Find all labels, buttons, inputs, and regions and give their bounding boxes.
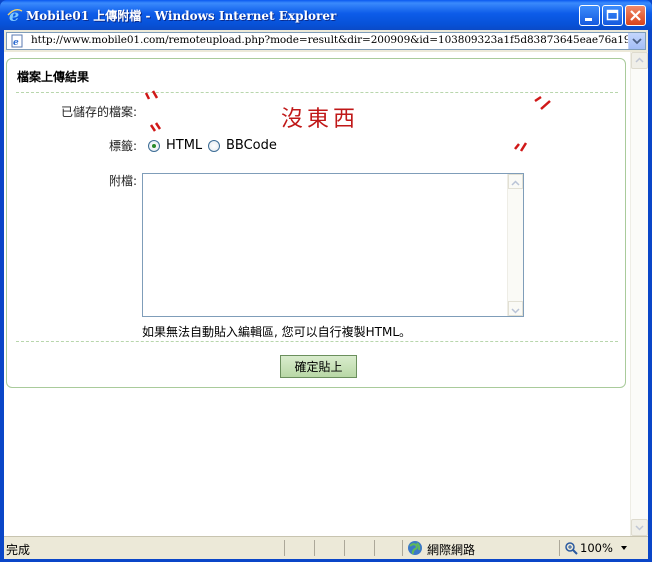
address-url[interactable]: http://www.mobile01.com/remoteupload.php… [31, 34, 644, 46]
attachment-textarea[interactable] [142, 173, 524, 317]
radio-html[interactable] [148, 140, 160, 152]
page-content: 檔案上傳結果 已儲存的檔案: 沒東西 標籤: HTML BBCode 附檔: 如… [4, 52, 648, 536]
saved-file-label: 已儲存的檔案: [60, 105, 137, 119]
globe-icon [408, 541, 422, 555]
divider [16, 341, 618, 342]
textarea-scrollbar[interactable] [507, 174, 523, 316]
panel-title: 檔案上傳結果 [17, 70, 90, 84]
attachment-label: 附檔: [108, 174, 137, 188]
page-icon: e [11, 34, 23, 48]
red-mark [514, 142, 528, 152]
browser-window: e Mobile01 上傳附檔 - Windows Internet Explo… [0, 0, 652, 562]
status-bar: 完成 網際網路 100% [4, 536, 648, 559]
minimize-button[interactable] [579, 5, 600, 26]
ie-icon: e [7, 6, 23, 24]
status-separator [402, 540, 403, 556]
zoom-dropdown-icon[interactable] [621, 546, 627, 550]
zoom-icon [565, 542, 578, 555]
chevron-down-icon [635, 525, 644, 531]
page-scroll-up-button[interactable] [631, 52, 648, 69]
scroll-up-button[interactable] [508, 174, 523, 189]
window-title: Mobile01 上傳附檔 - Windows Internet Explore… [26, 9, 337, 23]
maximize-button[interactable] [602, 5, 623, 26]
tag-label: 標籤: [108, 139, 137, 153]
status-separator [374, 540, 375, 556]
status-separator [284, 540, 285, 556]
radio-bbcode-label[interactable]: BBCode [226, 138, 277, 153]
scroll-down-button[interactable] [508, 301, 523, 316]
radio-html-label[interactable]: HTML [166, 138, 202, 153]
address-bar: e http://www.mobile01.com/remoteupload.p… [4, 30, 648, 52]
upload-result-panel: 檔案上傳結果 已儲存的檔案: 沒東西 標籤: HTML BBCode 附檔: 如… [6, 58, 626, 388]
divider [16, 92, 618, 93]
page-scrollbar[interactable] [630, 52, 648, 536]
confirm-paste-button[interactable]: 確定貼上 [280, 355, 357, 378]
status-separator [314, 540, 315, 556]
address-field[interactable]: e http://www.mobile01.com/remoteupload.p… [6, 32, 646, 50]
page-scroll-down-button[interactable] [631, 519, 648, 536]
title-bar[interactable]: e Mobile01 上傳附檔 - Windows Internet Explo… [0, 0, 652, 30]
radio-bbcode[interactable] [208, 140, 220, 152]
status-separator [344, 540, 345, 556]
close-icon [630, 10, 641, 21]
svg-text:e: e [13, 38, 19, 48]
chevron-up-icon [635, 57, 644, 63]
annotation-text: 沒東西 [281, 107, 360, 132]
maximize-icon [606, 9, 619, 21]
svg-text:e: e [9, 6, 19, 24]
chevron-down-icon [632, 38, 642, 45]
close-button[interactable] [625, 5, 646, 26]
status-separator [559, 540, 560, 556]
security-zone[interactable]: 網際網路 [427, 541, 475, 558]
chevron-up-icon [511, 180, 520, 186]
chevron-down-icon [511, 308, 520, 314]
minimize-icon [585, 18, 592, 21]
address-dropdown-button[interactable] [628, 33, 645, 49]
red-mark [144, 90, 162, 132]
status-text: 完成 [6, 543, 31, 557]
hint-text: 如果無法自動貼入編輯區, 您可以自行複製HTML。 [142, 325, 412, 339]
red-mark [534, 95, 551, 110]
zoom-level[interactable]: 100% [580, 541, 613, 555]
